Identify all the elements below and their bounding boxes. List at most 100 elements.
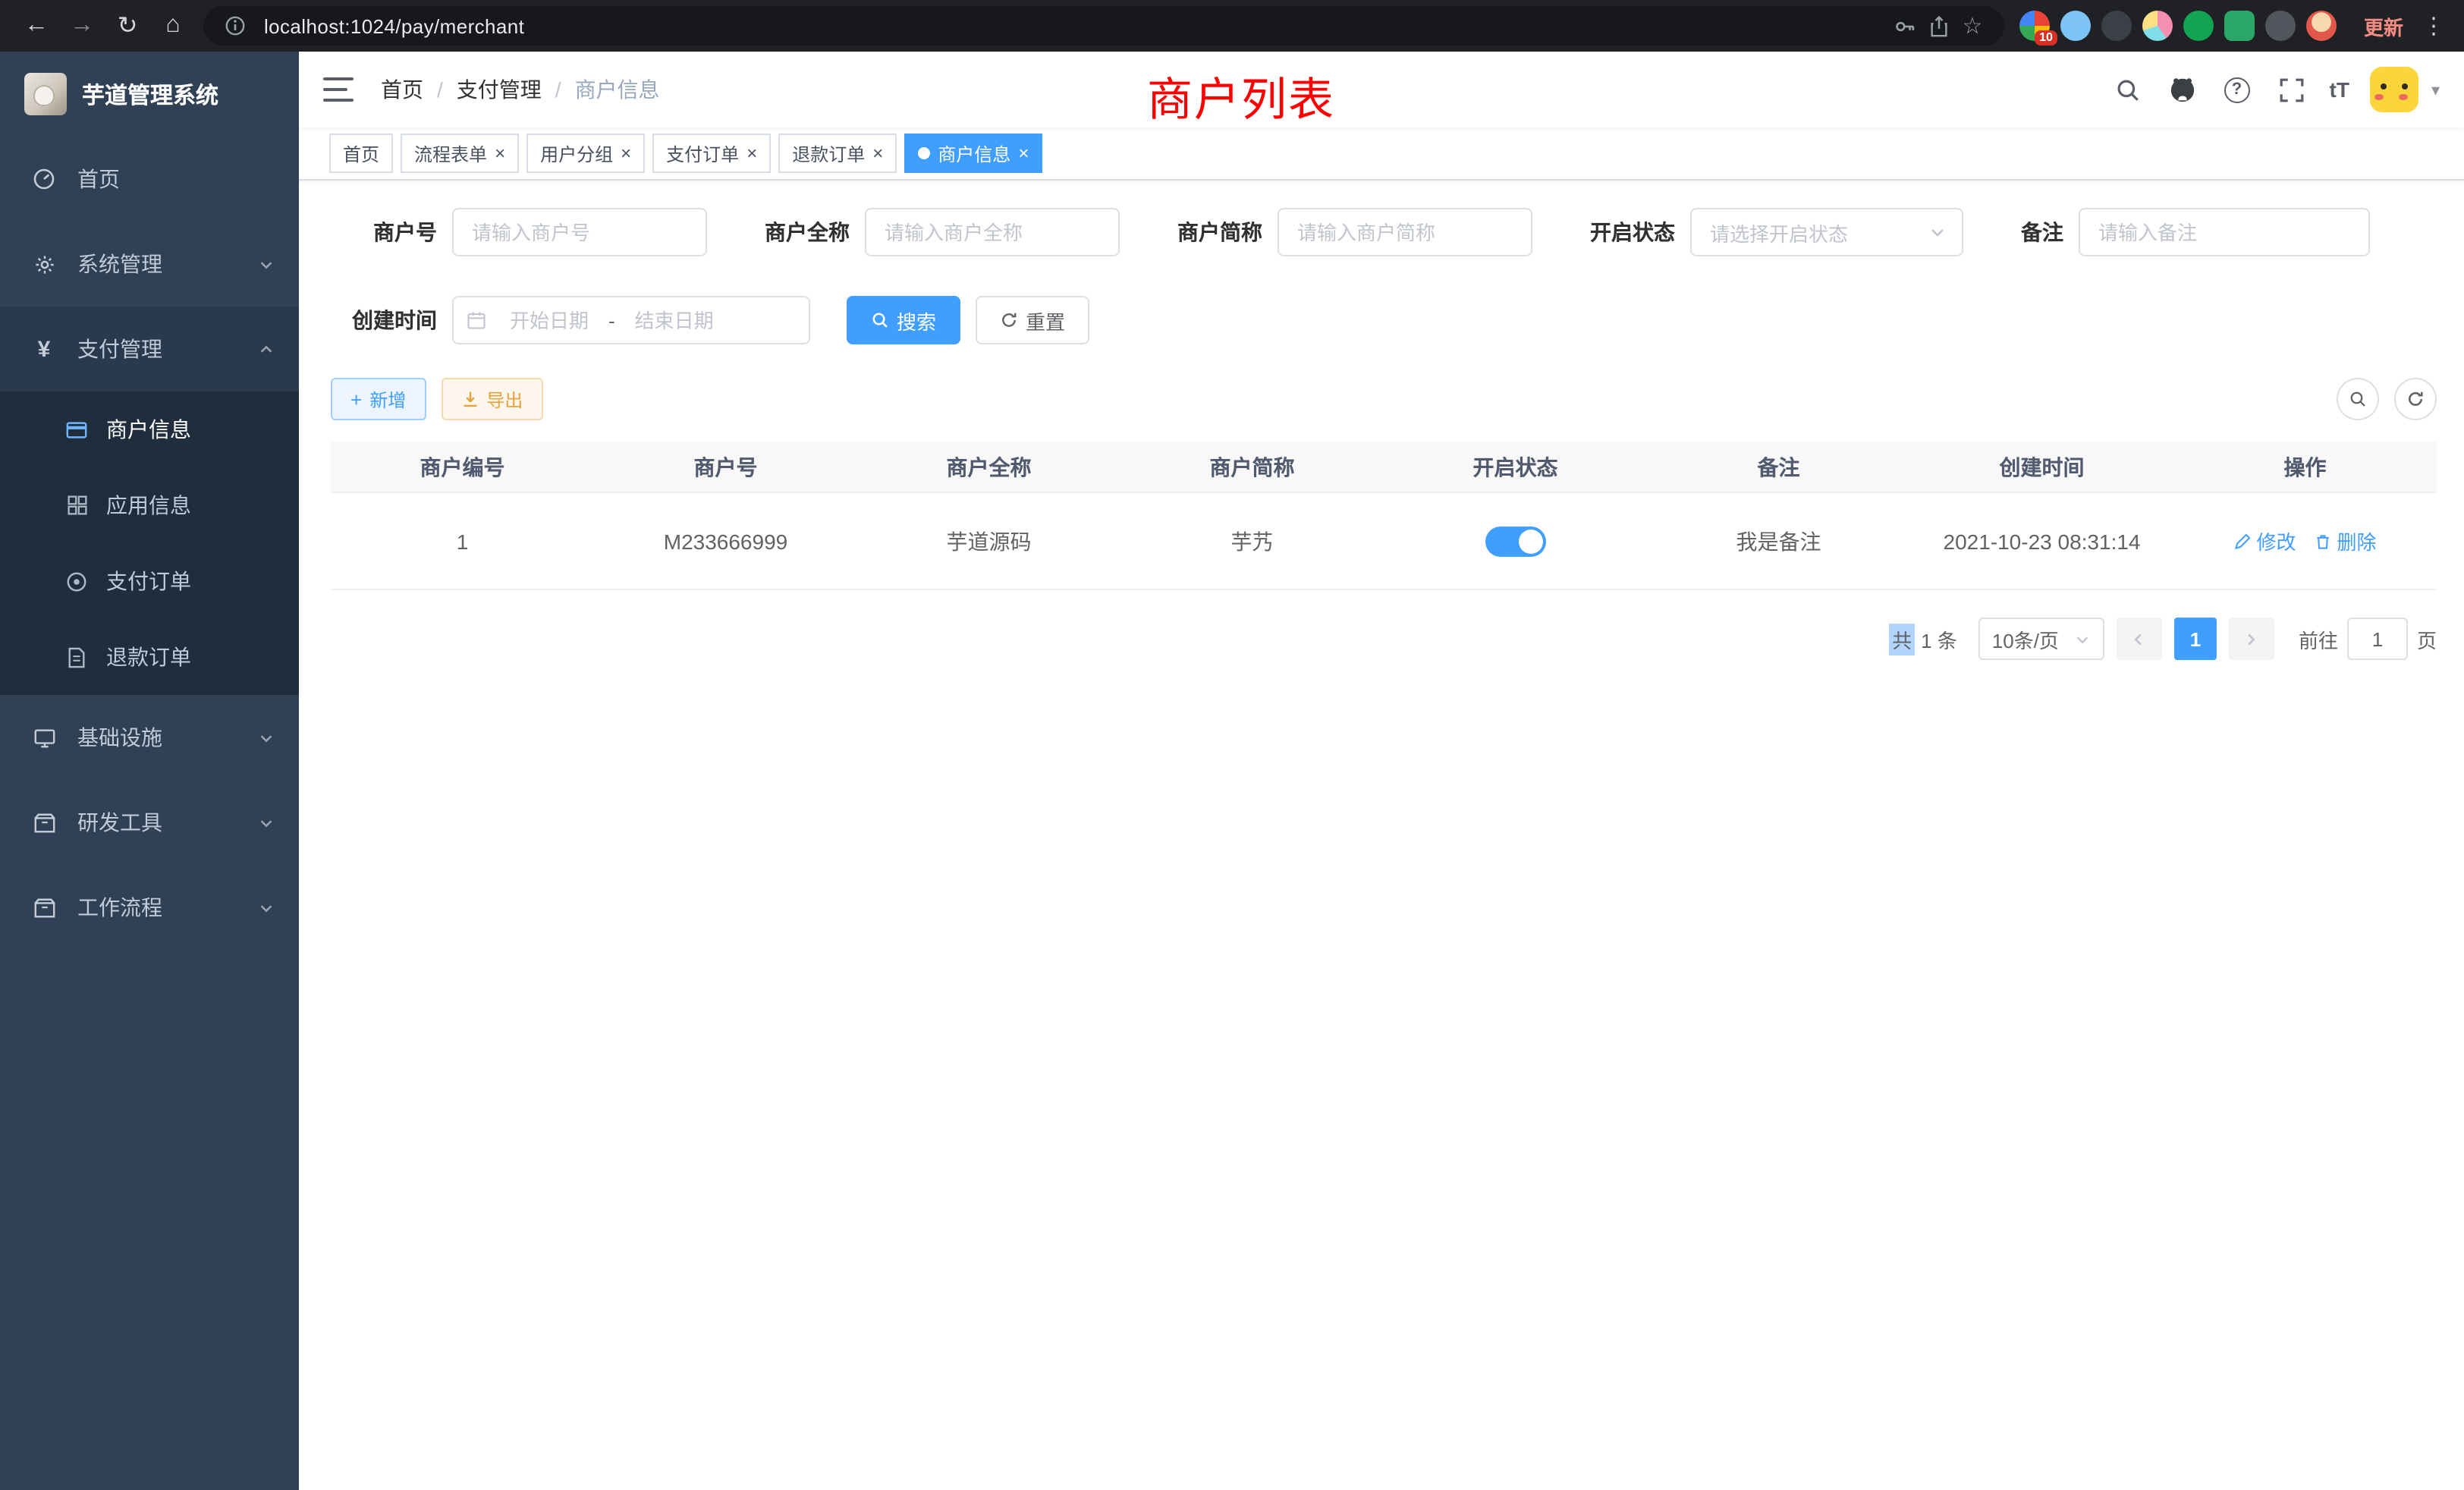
field-remark: 备注 xyxy=(2000,208,2370,256)
sidebar-item-workflow[interactable]: 工作流程 xyxy=(0,865,299,950)
remark-input[interactable] xyxy=(2079,208,2370,256)
sidebar-item-devtools[interactable]: 研发工具 xyxy=(0,780,299,865)
sidebar-toggle-icon[interactable] xyxy=(323,77,354,102)
merchant-no-input[interactable] xyxy=(452,208,707,256)
extension-icon-8[interactable] xyxy=(2306,11,2337,41)
full-name-input[interactable] xyxy=(865,208,1120,256)
sidebar-item-merchant-info[interactable]: 商户信息 xyxy=(0,391,299,467)
tab-home[interactable]: 首页 xyxy=(329,134,393,173)
top-navbar: 首页 / 支付管理 / 商户信息 ? xyxy=(299,52,2464,127)
add-button-label: 新增 xyxy=(369,386,406,412)
tab-label: 用户分组 xyxy=(540,140,613,166)
add-button[interactable]: + 新增 xyxy=(331,378,426,420)
help-icon[interactable]: ? xyxy=(2220,73,2254,106)
font-size-icon[interactable]: tT xyxy=(2330,77,2349,102)
page-size-select[interactable]: 10条/页 xyxy=(1978,618,2104,660)
col-header: 操作 xyxy=(2173,442,2437,492)
close-icon[interactable]: × xyxy=(621,144,631,162)
edit-link[interactable]: 修改 xyxy=(2233,527,2296,555)
chevron-down-icon xyxy=(258,729,275,746)
toggle-knob xyxy=(1519,529,1543,553)
reset-button[interactable]: 重置 xyxy=(976,296,1089,344)
prev-page-button[interactable] xyxy=(2117,618,2162,660)
plus-icon: + xyxy=(350,388,362,410)
page-number-1[interactable]: 1 xyxy=(2174,618,2217,660)
close-icon[interactable]: × xyxy=(746,144,757,162)
chevron-down-icon xyxy=(258,814,275,831)
tab-process-form[interactable]: 流程表单 × xyxy=(401,134,519,173)
address-bar[interactable]: localhost:1024/pay/merchant ☆ xyxy=(203,6,2004,46)
fullscreen-icon[interactable] xyxy=(2275,73,2308,106)
breadcrumb-item[interactable]: 支付管理 xyxy=(457,74,542,105)
sidebar-item-infra[interactable]: 基础设施 xyxy=(0,695,299,780)
status-select[interactable]: 请选择开启状态 xyxy=(1690,208,1963,256)
search-button-label: 搜索 xyxy=(897,306,936,335)
search-button[interactable]: 搜索 xyxy=(847,296,960,344)
user-avatar[interactable] xyxy=(2371,67,2419,112)
sidebar-item-app-info[interactable]: 应用信息 xyxy=(0,467,299,543)
breadcrumb-item[interactable]: 首页 xyxy=(381,74,423,105)
sidebar-item-payment[interactable]: ¥ 支付管理 xyxy=(0,306,299,391)
export-button[interactable]: 导出 xyxy=(441,378,542,420)
cell-remark: 我是备注 xyxy=(1647,493,1910,589)
col-header: 商户号 xyxy=(594,442,857,492)
goto-page-input[interactable] xyxy=(2347,618,2408,660)
avatar-caret-icon[interactable]: ▾ xyxy=(2431,80,2440,99)
sidebar-logo[interactable]: 芋道管理系统 xyxy=(0,52,299,137)
box-icon xyxy=(30,896,58,919)
field-label: 开启状态 xyxy=(1569,217,1690,247)
extension-icon-6[interactable] xyxy=(2224,11,2255,41)
date-start-input[interactable] xyxy=(493,307,605,333)
goto-label: 前往 xyxy=(2299,624,2338,653)
extensions-bar: 10 xyxy=(2019,11,2337,41)
browser-forward-icon[interactable]: → xyxy=(61,5,103,47)
share-icon[interactable] xyxy=(1922,9,1956,42)
password-key-icon[interactable] xyxy=(1889,9,1922,42)
browser-home-icon[interactable]: ⌂ xyxy=(152,5,194,47)
bookmark-star-icon[interactable]: ☆ xyxy=(1956,9,1989,42)
page-info-icon[interactable] xyxy=(218,9,252,42)
url-text[interactable]: localhost:1024/pay/merchant xyxy=(264,14,1889,37)
browser-reload-icon[interactable]: ↻ xyxy=(106,5,149,47)
close-icon[interactable]: × xyxy=(495,144,505,162)
main-area: 首页 / 支付管理 / 商户信息 ? xyxy=(299,52,2464,1490)
extension-icon-2[interactable] xyxy=(2060,11,2091,41)
card-icon xyxy=(64,418,90,441)
chrome-update-button[interactable]: 更新 xyxy=(2352,11,2415,40)
sidebar-item-label: 工作流程 xyxy=(77,892,162,923)
extension-icon-3[interactable] xyxy=(2101,11,2132,41)
tab-user-group[interactable]: 用户分组 × xyxy=(526,134,645,173)
extension-icon-1[interactable]: 10 xyxy=(2019,11,2050,41)
sidebar-item-home[interactable]: 首页 xyxy=(0,137,299,222)
search-form-row-1: 商户号 商户全称 商户简称 开启状态 请选择开启状态 xyxy=(331,208,2437,256)
tab-pay-order[interactable]: 支付订单 × xyxy=(652,134,771,173)
chevron-down-icon xyxy=(2074,630,2091,647)
grid-icon xyxy=(64,495,90,516)
show-search-toggle-button[interactable] xyxy=(2337,378,2379,420)
tab-merchant-info[interactable]: 商户信息 × xyxy=(904,134,1042,173)
github-icon[interactable] xyxy=(2166,73,2199,106)
chrome-menu-icon[interactable]: ⋮ xyxy=(2418,12,2449,39)
date-range-picker[interactable]: - xyxy=(452,296,810,344)
sidebar-item-refund-order[interactable]: 退款订单 xyxy=(0,619,299,695)
date-end-input[interactable] xyxy=(618,307,731,333)
tab-refund-order[interactable]: 退款订单 × xyxy=(778,134,897,173)
search-icon[interactable] xyxy=(2111,73,2145,106)
delete-link[interactable]: 删除 xyxy=(2315,527,2377,555)
col-header: 开启状态 xyxy=(1384,442,1647,492)
delete-link-label: 删除 xyxy=(2337,527,2377,555)
edit-link-label: 修改 xyxy=(2256,527,2296,555)
refresh-button[interactable] xyxy=(2394,378,2437,420)
sidebar-item-pay-order[interactable]: 支付订单 xyxy=(0,543,299,619)
next-page-button[interactable] xyxy=(2229,618,2274,660)
extension-icon-4[interactable] xyxy=(2142,11,2173,41)
monitor-icon xyxy=(30,726,58,749)
browser-back-icon[interactable]: ← xyxy=(15,5,58,47)
short-name-input[interactable] xyxy=(1278,208,1532,256)
extension-icon-7[interactable] xyxy=(2265,11,2296,41)
sidebar-item-system[interactable]: 系统管理 xyxy=(0,222,299,306)
extension-icon-5[interactable] xyxy=(2183,11,2214,41)
close-icon[interactable]: × xyxy=(1018,144,1029,162)
close-icon[interactable]: × xyxy=(872,144,883,162)
status-toggle[interactable] xyxy=(1485,526,1546,556)
